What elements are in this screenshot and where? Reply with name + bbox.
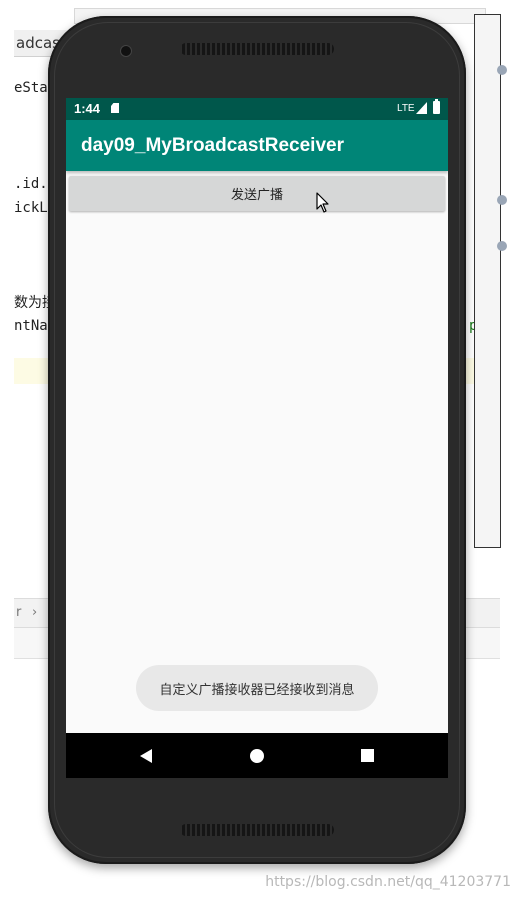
watermark: https://blog.csdn.net/qq_41203771 [265, 874, 511, 890]
back-button[interactable] [126, 733, 166, 778]
signal-icon [416, 102, 427, 114]
app-bar: day09_MyBroadcastReceiver [66, 120, 448, 171]
toast-text: 自定义广播接收器已经接收到消息 [159, 682, 355, 698]
earpiece-speaker [180, 43, 334, 55]
navigation-bar [66, 733, 448, 778]
breadcrumb-item[interactable]: r [16, 599, 21, 627]
send-broadcast-button[interactable]: 发送广播 [69, 176, 445, 211]
side-panel [474, 14, 507, 548]
phone-frame: 1:44 LTE day09_MyBroadcastReceiver 发送广播 … [48, 16, 466, 864]
sd-card-icon [111, 103, 119, 113]
bottom-speaker [180, 824, 334, 836]
panel-icon [497, 241, 507, 251]
status-time: 1:44 [74, 101, 101, 116]
panel-icon [497, 195, 507, 205]
home-icon [250, 748, 264, 763]
panel-icon [497, 65, 507, 75]
home-button[interactable] [237, 733, 277, 778]
app-title: day09_MyBroadcastReceiver [81, 135, 344, 156]
send-broadcast-button-label: 发送广播 [230, 188, 283, 203]
status-bar: 1:44 LTE [66, 98, 448, 120]
recents-button[interactable] [347, 733, 387, 778]
toast-message: 自定义广播接收器已经接收到消息 [136, 665, 378, 711]
mouse-cursor-icon [316, 192, 329, 213]
battery-icon [433, 99, 440, 114]
back-icon [140, 748, 152, 763]
front-camera-icon [120, 45, 132, 57]
device-screen: 1:44 LTE day09_MyBroadcastReceiver 发送广播 … [66, 98, 448, 778]
network-type: LTE [397, 103, 415, 114]
chevron-right-icon: › [32, 605, 38, 620]
recents-icon [360, 749, 374, 762]
